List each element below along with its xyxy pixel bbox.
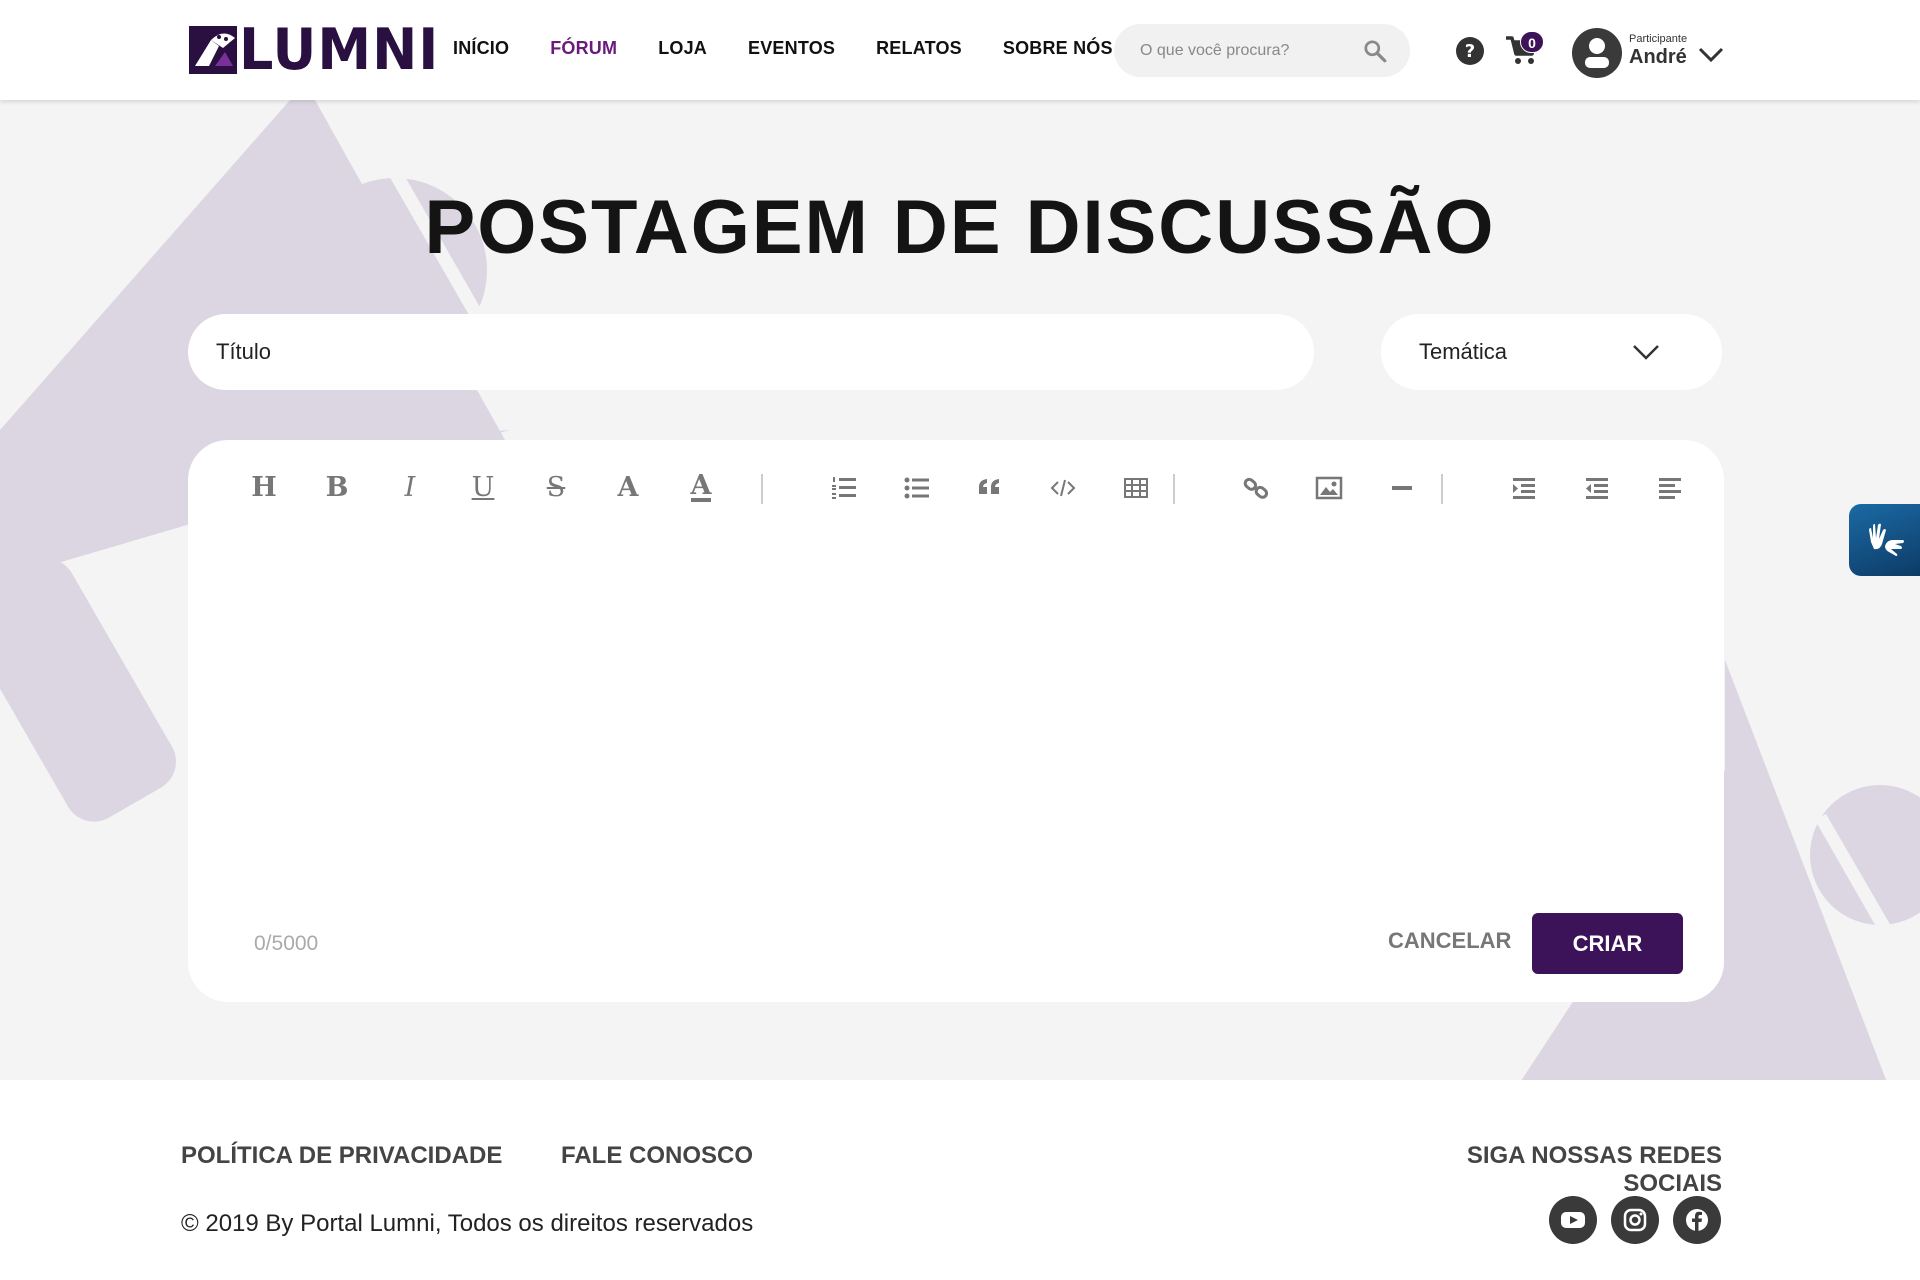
site-footer: POLÍTICA DE PRIVACIDADE FALE CONOSCO SIG… (0, 1080, 1920, 1280)
nav-item-forum[interactable]: FÓRUM (550, 38, 617, 59)
page-title: POSTAGEM DE DISCUSSÃO (424, 185, 1496, 270)
rich-text-editor: H B I U S A A 0/5000 CANCELAR CRIAR (188, 440, 1724, 1002)
table-icon[interactable] (1114, 466, 1158, 510)
code-icon[interactable] (1041, 466, 1085, 510)
svg-text:?: ? (1465, 41, 1475, 62)
search-input[interactable] (1140, 41, 1350, 60)
bold-icon[interactable]: B (315, 466, 359, 510)
instagram-icon[interactable] (1611, 1196, 1659, 1244)
user-icon (1585, 38, 1609, 68)
outdent-icon[interactable] (1575, 466, 1619, 510)
unordered-list-icon[interactable] (895, 466, 939, 510)
underline-icon[interactable]: U (461, 466, 505, 510)
strikethrough-icon[interactable]: S (534, 466, 578, 510)
copyright-text: © 2019 By Portal Lumni, Todos os direito… (181, 1210, 754, 1237)
toolbar-divider (1441, 474, 1443, 504)
user-role: Participante (1629, 33, 1688, 45)
ordered-list-icon[interactable] (822, 466, 866, 510)
title-input[interactable] (216, 339, 1314, 365)
link-icon[interactable] (1234, 466, 1278, 510)
nav-item-inicio[interactable]: INÍCIO (453, 38, 509, 59)
align-left-icon[interactable] (1648, 466, 1692, 510)
quote-icon[interactable] (968, 466, 1012, 510)
theme-select[interactable]: Temática (1381, 314, 1722, 390)
sign-language-hands-icon (1868, 523, 1904, 556)
help-icon[interactable]: ? (1455, 36, 1485, 66)
search-bar (1114, 24, 1410, 77)
logo-mark-icon (189, 26, 237, 74)
toolbar-divider (761, 474, 763, 504)
editor-toolbar: H B I U S A A (188, 466, 1724, 516)
privacy-policy-link[interactable]: POLÍTICA DE PRIVACIDADE (181, 1142, 502, 1170)
user-name[interactable]: André (1629, 46, 1687, 69)
indent-icon[interactable] (1502, 466, 1546, 510)
search-icon[interactable] (1362, 38, 1388, 64)
sign-language-accessibility-button[interactable] (1849, 504, 1920, 576)
cart-count-badge: 0 (1520, 31, 1544, 53)
image-icon[interactable] (1307, 466, 1351, 510)
nav-item-relatos[interactable]: RELATOS (876, 38, 962, 59)
char-counter: 0/5000 (254, 932, 319, 955)
title-field-container (188, 314, 1314, 390)
highlight-icon[interactable]: A (679, 466, 723, 510)
logo-text: LUMNI (239, 16, 440, 83)
chevron-down-icon[interactable] (1697, 44, 1725, 64)
nav-item-eventos[interactable]: EVENTOS (748, 38, 835, 59)
youtube-icon[interactable] (1549, 1196, 1597, 1244)
social-heading: SIGA NOSSAS REDES SOCIAIS (1466, 1142, 1722, 1197)
lumni-logo[interactable]: LUMNI (189, 16, 440, 83)
heading-icon[interactable]: H (242, 466, 286, 510)
toolbar-divider (1173, 474, 1175, 504)
main-nav: INÍCIO FÓRUM LOJA EVENTOS RELATOS SOBRE … (453, 38, 1154, 59)
chevron-down-icon (1633, 345, 1659, 360)
nav-item-sobre-nos[interactable]: SOBRE NÓS (1003, 38, 1113, 59)
text-color-icon[interactable]: A (606, 466, 650, 510)
nav-item-loja[interactable]: LOJA (658, 38, 707, 59)
contact-link[interactable]: FALE CONOSCO (561, 1142, 753, 1170)
italic-icon[interactable]: I (388, 466, 432, 510)
horizontal-rule-icon[interactable] (1380, 466, 1424, 510)
facebook-icon[interactable] (1673, 1196, 1721, 1244)
create-button[interactable]: CRIAR (1532, 913, 1683, 974)
editor-content-area[interactable] (228, 530, 1684, 890)
avatar[interactable] (1572, 28, 1622, 78)
site-header: LUMNI INÍCIO FÓRUM LOJA EVENTOS RELATOS … (0, 0, 1920, 100)
theme-select-label: Temática (1419, 339, 1508, 364)
cancel-button[interactable]: CANCELAR (1388, 928, 1511, 954)
